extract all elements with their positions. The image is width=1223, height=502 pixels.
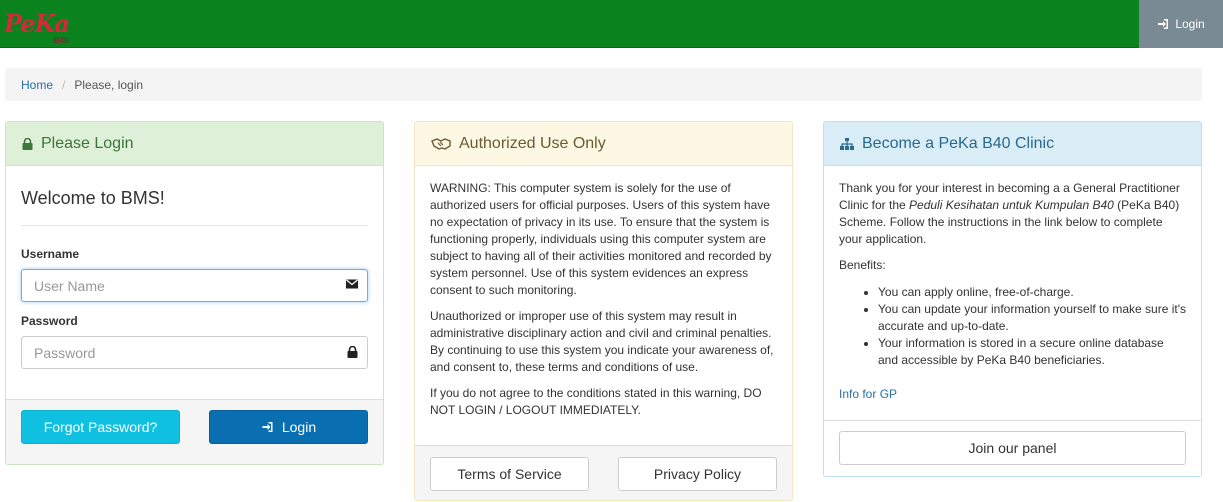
- benefit-item: You can apply online, free-of-charge.: [878, 284, 1186, 301]
- breadcrumb-current: Please, login: [74, 77, 144, 92]
- clinic-intro-scheme: Peduli Kesihatan untuk Kumpulan B40: [909, 198, 1114, 212]
- forgot-password-button[interactable]: Forgot Password?: [21, 410, 180, 444]
- warning-paragraph-1: WARNING: This computer system is solely …: [430, 181, 772, 297]
- login-panel-footer: Forgot Password? Login: [6, 399, 383, 464]
- top-navbar: PeKa B40 Login: [0, 0, 1223, 48]
- join-our-panel-button[interactable]: Join our panel: [839, 431, 1186, 465]
- clinic-panel-title: Become a PeKa B40 Clinic: [862, 134, 1055, 152]
- authorized-panel-footer: Terms of Service Privacy Policy: [415, 445, 792, 500]
- password-field-wrap: [21, 336, 368, 369]
- clinic-panel-heading: Become a PeKa B40 Clinic: [824, 122, 1201, 166]
- sign-in-icon: [1158, 19, 1169, 29]
- nav-login-button[interactable]: Login: [1139, 0, 1223, 48]
- warning-paragraph-3: If you do not agree to the conditions st…: [430, 386, 762, 417]
- brand-logo-sub: B40: [54, 36, 69, 45]
- breadcrumb: Home / Please, login: [5, 68, 1202, 101]
- login-panel-title: Please Login: [41, 134, 134, 152]
- clinic-panel: Become a PeKa B40 Clinic Thank you for y…: [823, 121, 1202, 477]
- authorized-panel-body: WARNING: This computer system is solely …: [415, 166, 792, 442]
- authorized-panel-heading: Authorized Use Only: [415, 122, 792, 166]
- username-field-wrap: [21, 269, 368, 302]
- sitemap-icon: [840, 137, 854, 150]
- login-panel-heading: Please Login: [6, 122, 383, 166]
- authorized-use-panel: Authorized Use Only WARNING: This comput…: [414, 121, 793, 501]
- nav-login-label: Login: [1175, 17, 1205, 31]
- brand-logo[interactable]: PeKa B40: [4, 10, 74, 46]
- breadcrumb-home-link[interactable]: Home: [21, 78, 53, 92]
- terms-of-service-button[interactable]: Terms of Service: [430, 457, 589, 491]
- password-input[interactable]: [21, 336, 368, 369]
- warning-paragraph-2: Unauthorized or improper use of this sys…: [430, 309, 774, 374]
- brand-logo-text: PeKa: [4, 9, 70, 38]
- info-for-gp-link[interactable]: Info for GP: [839, 386, 897, 403]
- password-label: Password: [21, 314, 78, 328]
- login-button-label: Login: [281, 419, 317, 435]
- clinic-panel-footer: Join our panel: [824, 420, 1201, 476]
- benefits-list: You can apply online, free-of-charge. Yo…: [878, 284, 1186, 369]
- login-panel-body: Welcome to BMS! Username Password: [6, 166, 383, 383]
- handshake-icon: [431, 137, 451, 150]
- lock-icon: [22, 137, 33, 150]
- benefits-label: Benefits:: [839, 258, 886, 272]
- benefit-item: You can update your information yourself…: [878, 301, 1186, 335]
- welcome-heading: Welcome to BMS!: [21, 189, 368, 226]
- clinic-panel-body: Thank you for your interest in becoming …: [824, 166, 1201, 417]
- breadcrumb-separator: /: [62, 77, 66, 92]
- envelope-icon: [346, 279, 358, 289]
- login-panel: Please Login Welcome to BMS! Username Pa…: [5, 121, 384, 465]
- privacy-policy-button[interactable]: Privacy Policy: [618, 457, 777, 491]
- username-label: Username: [21, 247, 80, 261]
- username-input[interactable]: [21, 269, 368, 302]
- clinic-intro: Thank you for your interest in becoming …: [839, 180, 1186, 248]
- benefit-item: Your information is stored in a secure o…: [878, 335, 1186, 369]
- lock-icon: [347, 346, 358, 358]
- login-button[interactable]: Login: [209, 410, 368, 444]
- sign-in-icon: [262, 422, 273, 432]
- authorized-panel-title: Authorized Use Only: [459, 134, 606, 152]
